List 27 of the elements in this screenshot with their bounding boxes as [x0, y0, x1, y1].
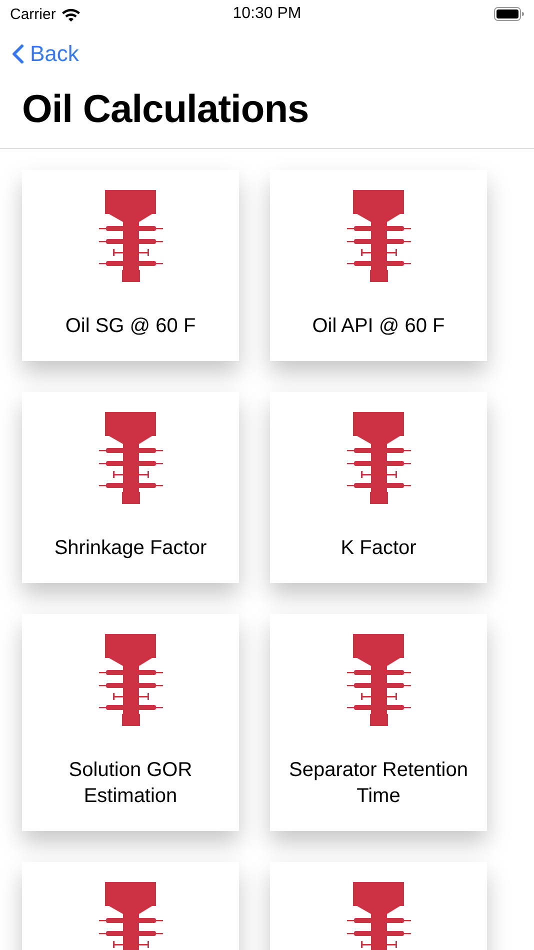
chevron-left-icon	[12, 44, 24, 64]
wellhead-icon	[98, 189, 164, 283]
calculation-tile[interactable]: Oil API @ 60 F	[270, 170, 487, 361]
tile-label: Shrinkage Factor	[53, 536, 208, 561]
wellhead-icon	[98, 881, 164, 950]
clock-time: 10:30 PM	[232, 5, 302, 23]
wellhead-icon	[346, 633, 412, 727]
tile-label: Oil SG @ 60 F	[64, 314, 197, 339]
calculation-tile[interactable]: Solution GOR Estimation	[22, 614, 239, 831]
calculation-tile[interactable]: Oil SG @ 60 F	[22, 170, 239, 361]
battery-icon	[494, 7, 524, 21]
tile-label: Oil API @ 60 F	[311, 314, 446, 339]
page-title: Oil Calculations	[0, 80, 534, 149]
carrier-label: Carrier	[10, 6, 56, 22]
calculation-tile[interactable]: Shrinkage Factor	[22, 392, 239, 583]
wifi-icon	[60, 6, 81, 22]
tile-label: K Factor	[340, 536, 418, 561]
tile-label: Solution GOR Estimation	[68, 758, 194, 809]
wellhead-icon	[346, 411, 412, 505]
wellhead-icon	[346, 189, 412, 283]
back-button[interactable]: Back	[12, 41, 79, 67]
calculation-tile[interactable]: K Factor	[270, 392, 487, 583]
wellhead-icon	[98, 633, 164, 727]
wellhead-icon	[98, 411, 164, 505]
tile-label: Separator Retention Time	[288, 758, 469, 809]
calculation-tile[interactable]: Separator Retention Time	[270, 614, 487, 831]
wellhead-icon	[346, 881, 412, 950]
